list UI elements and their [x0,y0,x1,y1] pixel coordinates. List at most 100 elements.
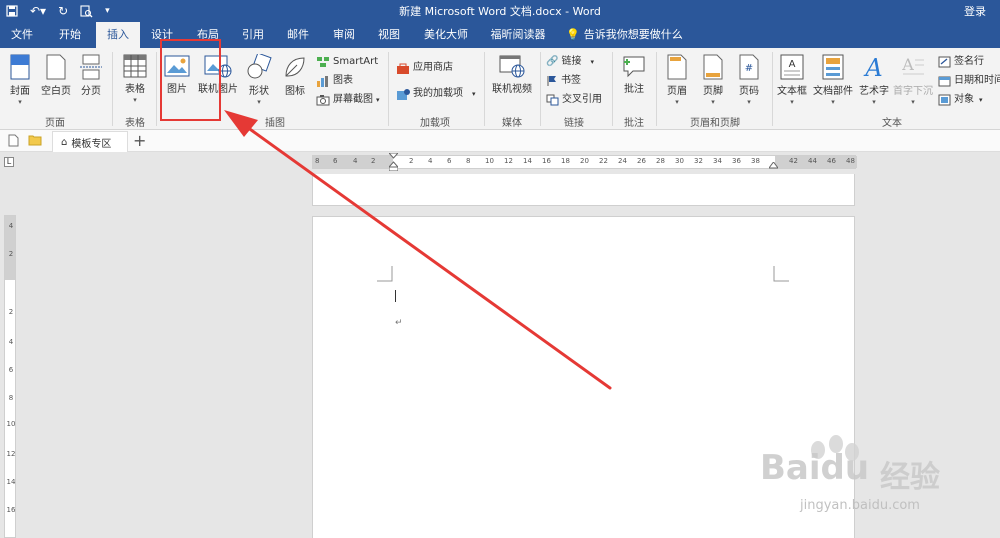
paragraph-mark: ↵ [395,318,403,328]
group-links-label: 链接 [564,118,584,129]
ruler-tick: 42 [789,157,798,165]
ruler-tick: 30 [675,157,684,165]
cover-page-button[interactable]: 封面 ▾ [4,54,36,106]
smartart-button[interactable]: SmartArt [316,54,378,70]
text-cursor [395,290,396,302]
ruler-tick: 2 [409,157,414,165]
tab-insert[interactable]: 插入 [96,22,140,48]
ruler-tick: 24 [618,157,627,165]
blank-page-button[interactable]: 空白页 [38,54,74,97]
shapes-button[interactable]: 形状 ▾ [244,54,274,106]
chart-button[interactable]: 图表 [316,73,353,89]
tab-review[interactable]: 审阅 [322,22,366,48]
shapes-icon [247,54,272,79]
store-button[interactable]: 应用商店 [396,60,453,76]
vertical-ruler-tick: 4 [8,222,14,230]
ruler-tick: 12 [504,157,513,165]
screenshot-button[interactable]: 屏幕截图 ▾ [316,92,380,108]
template-zone-tab[interactable]: ⌂ 模板专区 [52,131,128,152]
ribbon-separator [612,52,613,126]
group-illustrations-label: 插图 [265,118,285,129]
group-headerfooter-label: 页眉和页脚 [690,118,740,129]
link-button[interactable]: 🔗 链接 ▾ [546,54,594,70]
watermark-brand: Baidu [760,448,870,488]
quick-parts-button[interactable]: 文档部件 ▾ [812,54,854,106]
tab-home[interactable]: 开始 [48,22,92,48]
my-addins-button[interactable]: 我的加载项 ▾ [396,86,476,102]
tab-file[interactable]: 文件 [0,22,44,48]
horizontal-ruler[interactable]: 8 6 4 2 2 4 6 8 10 12 14 16 18 20 22 24 26 28 30 32 34 36 38 42… [312,153,857,171]
calendar-icon [938,76,951,87]
comment-icon [623,56,645,78]
quick-parts-icon [822,54,844,80]
ruler-tick: 2 [371,157,376,165]
page-number-button[interactable]: # 页码 ▾ [734,54,764,106]
svg-text:A: A [863,54,882,80]
ruler-tick: 38 [751,157,760,165]
textbox-icon: A [780,54,804,80]
wordart-button[interactable]: A 艺术字 ▾ [856,54,892,106]
footer-button[interactable]: 页脚 ▾ [698,54,728,106]
ruler-tick: 20 [580,157,589,165]
tab-view[interactable]: 视图 [368,22,410,48]
ruler-tick: 22 [599,157,608,165]
ribbon-separator [484,52,485,126]
tab-references[interactable]: 引用 [232,22,274,48]
ruler-tick: 6 [333,157,338,165]
comment-button[interactable]: 批注 [618,54,650,95]
vertical-ruler-tick: 2 [8,250,14,258]
svg-text:A: A [789,59,796,70]
ribbon: 封面 ▾ 空白页 分页 页面 表格 ▾ 表格 图片 联机图片 形状 ▾ 图标 Smar… [0,48,1000,130]
add-tab-button[interactable]: + [133,131,146,151]
ruler-tick: 34 [713,157,722,165]
header-button[interactable]: 页眉 ▾ [662,54,692,106]
date-time-button[interactable]: 日期和时间 [938,73,1000,89]
new-document-icon[interactable] [8,134,19,147]
page-break-button[interactable]: 分页 [76,54,106,97]
ruler-tick: 6 [447,157,452,165]
tell-me-box[interactable]: 💡 告诉我你想要做什么 [566,22,683,48]
tab-foxit[interactable]: 福昕阅读器 [482,22,554,48]
bookmark-button[interactable]: 书签 [546,73,581,89]
indent-marker-icon[interactable] [389,153,398,171]
ribbon-separator [156,52,157,126]
tell-me-text: 告诉我你想要做什么 [583,28,683,41]
store-icon [397,63,409,74]
ruler-tick: 46 [827,157,836,165]
ruler-tick: 48 [846,157,855,165]
ruler-tick: 10 [485,157,494,165]
right-indent-marker-icon[interactable] [769,162,778,169]
crossref-icon [546,94,559,106]
login-link[interactable]: 登录 [964,3,986,19]
tab-mailings[interactable]: 邮件 [278,22,318,48]
document-tab-bar: ⌂ 模板专区 + [0,130,1000,152]
blank-page-icon [46,54,66,80]
vertical-ruler-tick: 8 [8,394,14,402]
group-pages-label: 页面 [45,118,65,129]
page-number-icon: # [739,54,759,80]
vertical-ruler[interactable]: 4 2 2 4 6 8 10 12 14 16 [4,215,16,538]
tab-beautify[interactable]: 美化大师 [416,22,476,48]
ruler-tick: 4 [353,157,358,165]
icons-button[interactable]: 图标 [280,54,310,97]
vertical-ruler-tick: 4 [8,338,14,346]
icons-icon [285,57,305,77]
bookmark-icon [547,76,556,86]
footer-icon [703,54,723,80]
watermark-cn: 经验 [880,460,940,495]
object-button[interactable]: 对象 ▾ [938,92,983,108]
vertical-ruler-tick: 14 [6,478,16,486]
tab-selector[interactable]: L [4,157,14,167]
lightbulb-icon: 💡 [566,28,580,41]
textbox-button[interactable]: A 文本框 ▾ [776,54,808,106]
folder-icon[interactable] [28,134,42,146]
online-video-button[interactable]: 联机视频 [488,54,536,95]
ribbon-separator [772,52,773,126]
drop-cap-button[interactable]: A 首字下沉 ▾ [892,54,934,106]
ruler-tick: 8 [466,157,471,165]
table-button[interactable]: 表格 ▾ [118,54,152,104]
ruler-tick: 4 [428,157,433,165]
crossref-button[interactable]: 交叉引用 [546,92,602,108]
ruler-tick: 8 [315,157,320,165]
signature-line-button[interactable]: 签名行 [938,54,984,70]
